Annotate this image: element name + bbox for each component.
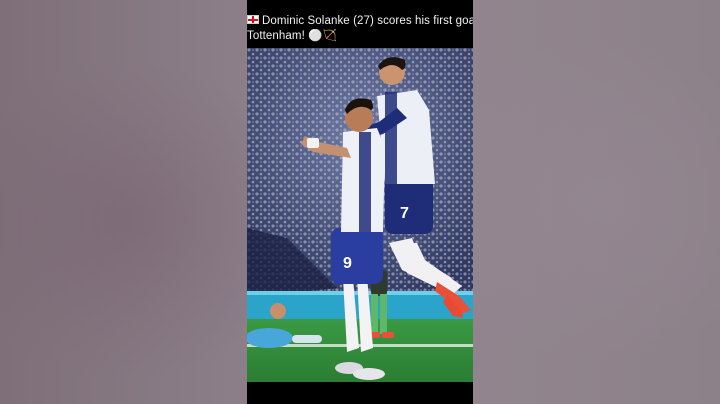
bottom-black-bar	[247, 382, 473, 404]
caption-text-2: Tottenham! ⚪🏹	[247, 30, 338, 42]
photo-illustration: 7 9	[247, 48, 473, 382]
video-frame[interactable]: Dominic Solanke (27) scores his first go…	[247, 0, 473, 404]
england-flag-icon	[247, 15, 259, 24]
video-caption: Dominic Solanke (27) scores his first go…	[247, 14, 473, 44]
shirt-number-7: 7	[400, 205, 409, 222]
caption-text-1: Dominic Solanke (27) scores his first go…	[262, 15, 473, 27]
celebration-photo: 7 9	[247, 48, 473, 382]
shirt-number-9: 9	[343, 255, 352, 272]
caption-line-1: Dominic Solanke (27) scores his first go…	[247, 14, 473, 29]
